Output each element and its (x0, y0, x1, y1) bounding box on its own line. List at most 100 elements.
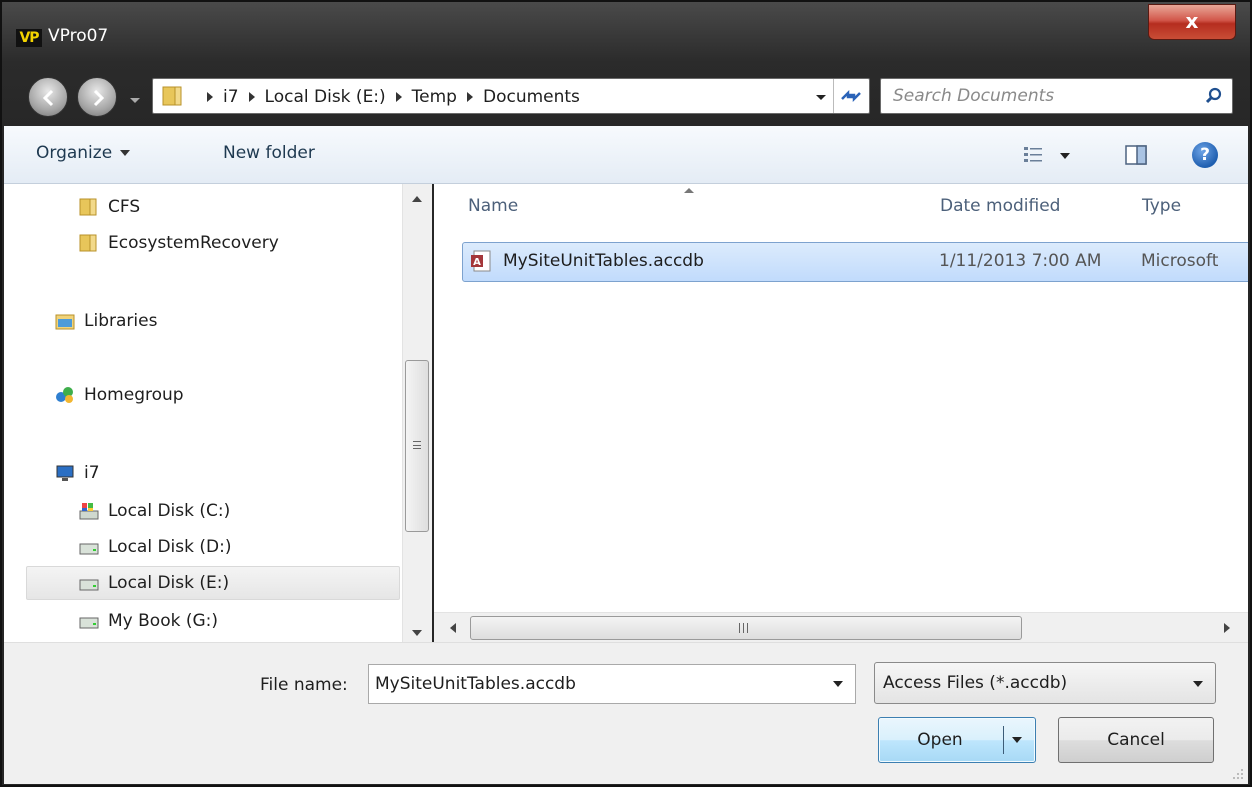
breadcrumb-item-documents[interactable]: Documents (483, 87, 580, 107)
file-list-pane: Name Date modified Type A MySiteUnitTabl… (434, 184, 1248, 642)
access-file-icon: A (471, 250, 491, 272)
scroll-left-icon[interactable] (450, 623, 456, 633)
open-label: Open (917, 730, 963, 750)
grip-icon (737, 623, 751, 633)
change-view-button[interactable] (1022, 144, 1082, 168)
breadcrumb-item-temp[interactable]: Temp (412, 87, 457, 107)
nav-item-label: EcosystemRecovery (108, 233, 279, 253)
file-name-input[interactable] (375, 665, 815, 703)
open-options-dropdown-icon[interactable] (1012, 737, 1022, 743)
help-button[interactable]: ? (1192, 142, 1218, 168)
search-input[interactable] (893, 79, 1183, 113)
nav-item-i7[interactable]: i7 (54, 456, 100, 490)
open-button[interactable]: Open (878, 717, 1036, 763)
new-folder-button[interactable]: New folder (223, 143, 315, 163)
nav-item-label: Homegroup (84, 385, 184, 405)
search-box (880, 78, 1233, 114)
file-list-scrollbar[interactable] (434, 612, 1248, 642)
file-name-combobox (368, 664, 856, 704)
chevron-down-icon (120, 150, 131, 156)
column-header-type[interactable]: Type (1142, 196, 1181, 216)
scroll-down-icon[interactable] (412, 630, 422, 636)
nav-item-label: Local Disk (E:) (108, 573, 230, 593)
address-dropdown-icon[interactable] (813, 89, 829, 105)
nav-item-label: CFS (108, 197, 141, 217)
file-row[interactable]: A MySiteUnitTables.accdb 1/11/2013 7:00 … (462, 242, 1248, 282)
chevron-down-icon (1193, 681, 1203, 687)
nav-item-ecosystemrecovery[interactable]: EcosystemRecovery (78, 226, 279, 260)
drive-icon (79, 579, 99, 591)
nav-item-cfs[interactable]: CFS (78, 190, 140, 224)
title-bar: VP VPro07 x (2, 2, 1250, 66)
back-button[interactable] (28, 77, 68, 117)
nav-item-label: i7 (84, 463, 100, 483)
file-type: Microsoft (1141, 251, 1219, 271)
drive-icon (79, 543, 99, 555)
arrow-left-icon (42, 89, 54, 107)
folder-icon (79, 198, 97, 216)
nav-item-my-book-g[interactable]: My Book (G:) (78, 604, 218, 638)
forward-button[interactable] (77, 77, 117, 117)
breadcrumb: i7 Local Disk (E:) Temp Documents (197, 79, 580, 115)
breadcrumb-separator-icon[interactable] (248, 92, 255, 102)
chevron-down-icon (1060, 153, 1070, 159)
recent-pages-dropdown[interactable] (127, 92, 143, 108)
nav-item-label: Local Disk (D:) (108, 537, 232, 557)
scrollbar-thumb[interactable] (470, 616, 1022, 640)
nav-item-libraries[interactable]: Libraries (54, 304, 157, 338)
nav-item-label: Libraries (84, 311, 158, 331)
scroll-right-icon[interactable] (1224, 623, 1230, 633)
computer-icon (56, 465, 74, 481)
column-header-date-modified[interactable]: Date modified (940, 196, 1060, 216)
file-name: MySiteUnitTables.accdb (503, 251, 704, 271)
nav-item-homegroup[interactable]: Homegroup (54, 378, 184, 412)
grip-icon (413, 441, 421, 449)
dialog-footer: File name: Access Files (*.accdb) Open C… (4, 642, 1248, 784)
homegroup-icon (56, 387, 73, 403)
drive-icon (79, 617, 99, 629)
search-icon[interactable] (1204, 86, 1224, 106)
address-bar[interactable]: i7 Local Disk (E:) Temp Documents (152, 78, 870, 114)
command-bar: Organize New folder ? (4, 126, 1248, 184)
nav-item-local-disk-d[interactable]: Local Disk (D:) (78, 530, 231, 564)
preview-pane-icon[interactable] (1124, 144, 1148, 166)
arrow-right-icon (93, 89, 105, 107)
organize-button[interactable]: Organize (36, 143, 131, 163)
breadcrumb-item-i7[interactable]: i7 (223, 87, 239, 107)
file-name-label: File name: (260, 675, 348, 695)
close-button[interactable]: x (1148, 4, 1236, 40)
refresh-button[interactable] (833, 79, 869, 113)
resize-grip-icon[interactable] (1230, 766, 1244, 780)
folder-icon (162, 86, 182, 106)
system-drive-icon (79, 503, 99, 520)
file-date-modified: 1/11/2013 7:00 AM (939, 251, 1102, 271)
navigation-pane: CFS EcosystemRecovery Libraries Homegrou… (4, 184, 432, 642)
sort-ascending-icon (684, 188, 694, 193)
app-logo-icon: VP (16, 29, 42, 47)
refresh-icon (841, 89, 861, 103)
svg-text:A: A (473, 257, 481, 268)
chevron-down-icon[interactable] (833, 681, 843, 687)
nav-item-label: Local Disk (C:) (108, 501, 231, 521)
split-divider (1003, 726, 1004, 754)
nav-item-local-disk-e[interactable]: Local Disk (E:) (26, 566, 400, 600)
breadcrumb-separator-icon[interactable] (466, 92, 473, 102)
scroll-up-icon[interactable] (412, 196, 422, 202)
file-type-select[interactable]: Access Files (*.accdb) (874, 662, 1216, 704)
window-title: VPro07 (48, 26, 109, 46)
breadcrumb-separator-icon[interactable] (395, 92, 402, 102)
file-open-dialog: VP VPro07 x i7 Local Disk (E:) Temp Docu… (0, 0, 1252, 787)
column-header-name[interactable]: Name (468, 196, 518, 216)
file-type-value: Access Files (*.accdb) (883, 673, 1068, 693)
cancel-button[interactable]: Cancel (1058, 717, 1214, 763)
breadcrumb-item-local-disk-e[interactable]: Local Disk (E:) (265, 87, 386, 107)
folder-icon (79, 234, 97, 252)
address-row: i7 Local Disk (E:) Temp Documents (2, 66, 1250, 124)
breadcrumb-separator-icon[interactable] (207, 92, 213, 102)
scrollbar-thumb[interactable] (405, 360, 429, 532)
nav-item-local-disk-c[interactable]: Local Disk (C:) (78, 494, 230, 528)
nav-item-label: My Book (G:) (108, 611, 219, 631)
details-view-icon (1024, 147, 1042, 162)
organize-label: Organize (36, 143, 113, 163)
nav-pane-scrollbar[interactable] (402, 184, 432, 642)
